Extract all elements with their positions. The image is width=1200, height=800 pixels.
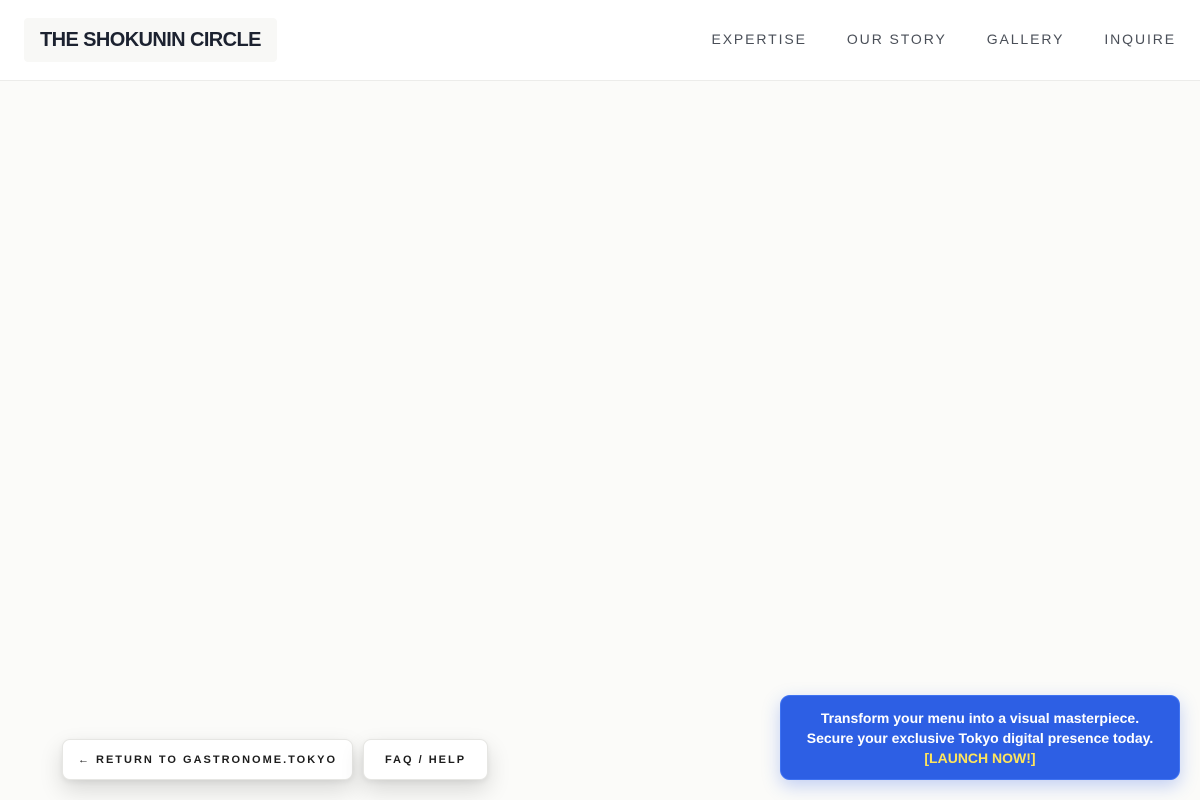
return-to-gastronome-button[interactable]: ← RETURN TO GASTRONOME.TOKYO <box>62 739 353 780</box>
nav-link-our-story[interactable]: OUR STORY <box>847 31 947 47</box>
faq-help-button[interactable]: FAQ / HELP <box>363 739 488 780</box>
site-header: THE SHOKUNIN CIRCLE EXPERTISE OUR STORY … <box>0 0 1200 81</box>
nav-link-gallery[interactable]: GALLERY <box>987 31 1065 47</box>
nav-link-expertise[interactable]: EXPERTISE <box>711 31 806 47</box>
nav-link-inquire[interactable]: INQUIRE <box>1104 31 1176 47</box>
launch-now-link[interactable]: [LAUNCH NOW!] <box>924 748 1035 768</box>
page: THE SHOKUNIN CIRCLE EXPERTISE OUR STORY … <box>0 0 1200 800</box>
main-content <box>0 81 1200 800</box>
main-nav: EXPERTISE OUR STORY GALLERY INQUIRE <box>711 0 1176 78</box>
site-logo[interactable]: THE SHOKUNIN CIRCLE <box>24 18 277 62</box>
promo-line-1: Transform your menu into a visual master… <box>820 709 1140 726</box>
promo-banner[interactable]: Transform your menu into a visual master… <box>780 695 1180 780</box>
promo-line-2: Secure your exclusive Tokyo digital pres… <box>806 729 1154 746</box>
